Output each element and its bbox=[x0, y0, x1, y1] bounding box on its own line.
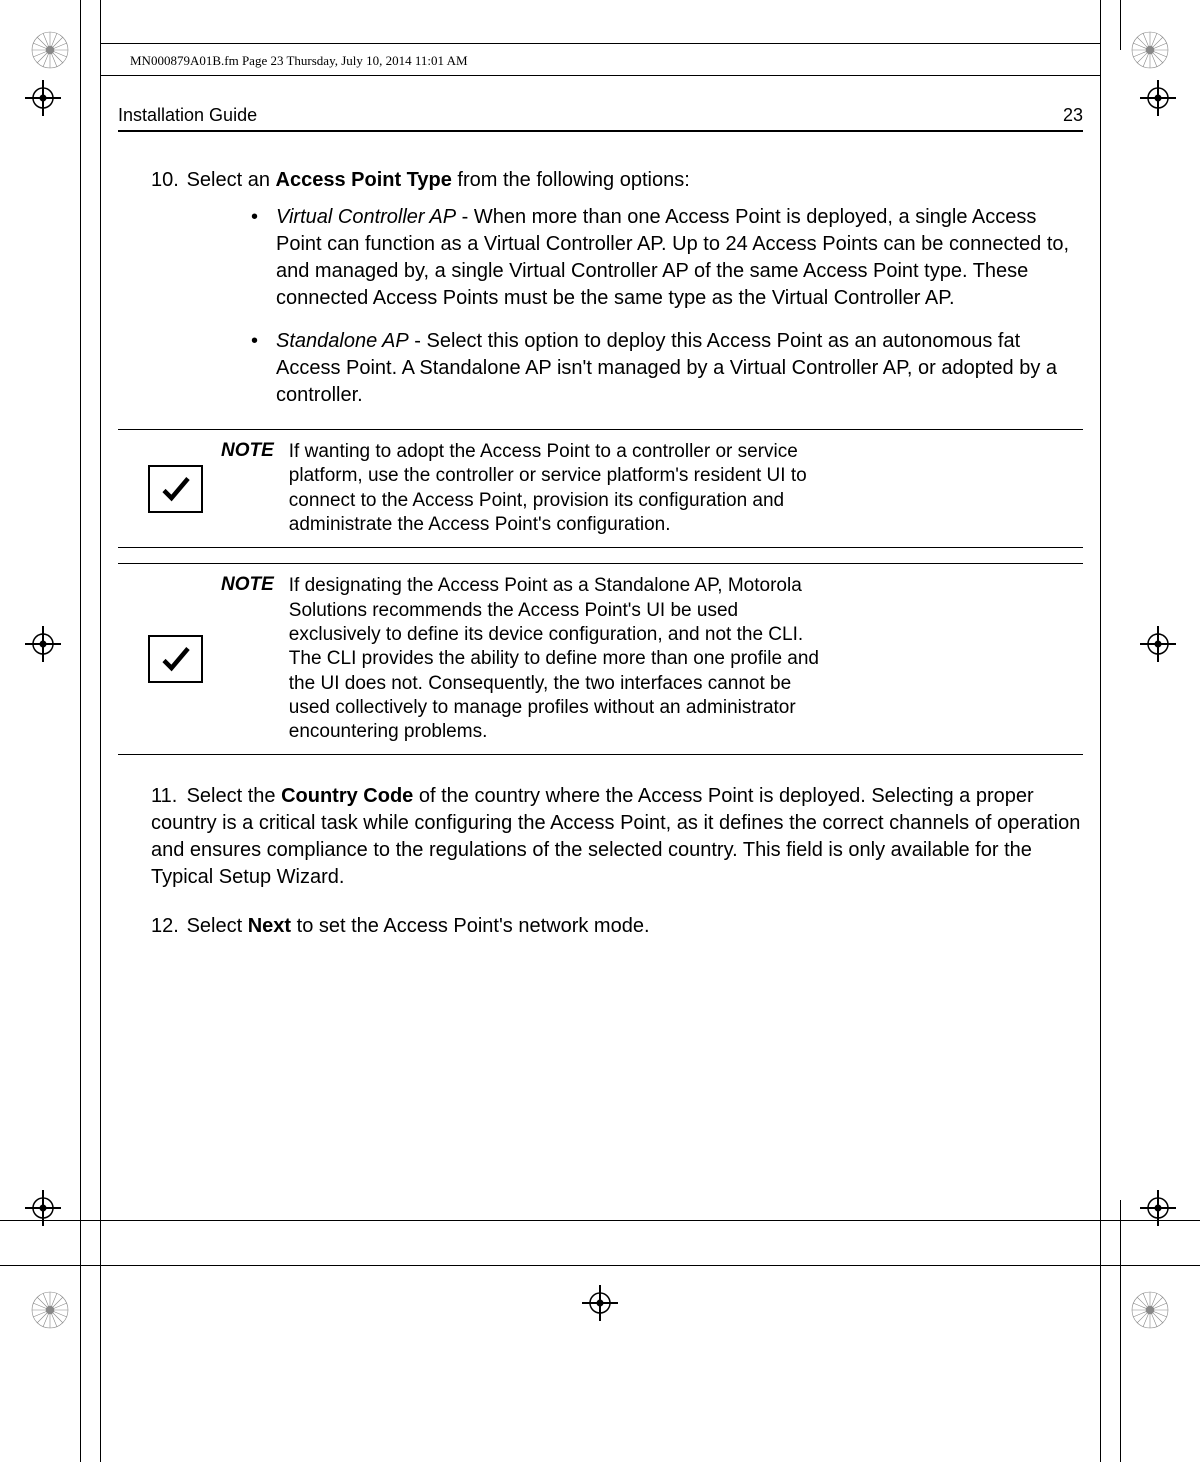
crop-line bbox=[1100, 0, 1101, 1462]
step-text-bold: Country Code bbox=[281, 785, 413, 807]
crop-line bbox=[1120, 1200, 1121, 1462]
step-text-prefix: Select bbox=[187, 915, 248, 937]
registration-mark-icon bbox=[25, 80, 61, 116]
crop-line bbox=[0, 1220, 1200, 1221]
step-11: 11. Select the Country Code of the count… bbox=[118, 783, 1083, 891]
crop-line bbox=[1120, 0, 1121, 50]
note-text: If wanting to adopt the Access Point to … bbox=[289, 440, 833, 537]
note-label: NOTE bbox=[221, 574, 274, 596]
registration-mark-icon bbox=[582, 1285, 618, 1321]
running-header: Installation Guide 23 bbox=[118, 105, 1083, 132]
page-body: Installation Guide 23 10. Select an Acce… bbox=[118, 105, 1083, 958]
registration-mark-icon bbox=[1140, 626, 1176, 662]
bullet-item: Virtual Controller AP - When more than o… bbox=[251, 204, 1083, 312]
step-number: 12. bbox=[151, 913, 181, 940]
file-header: MN000879A01B.fm Page 23 Thursday, July 1… bbox=[130, 53, 468, 69]
step-12: 12. Select Next to set the Access Point'… bbox=[118, 913, 1083, 940]
step-10: 10. Select an Access Point Type from the… bbox=[118, 167, 1083, 409]
check-icon bbox=[148, 465, 203, 513]
crop-line bbox=[80, 0, 81, 1462]
starburst-icon bbox=[1130, 30, 1170, 70]
step-number: 10. bbox=[151, 167, 181, 194]
registration-mark-icon bbox=[25, 1190, 61, 1226]
starburst-icon bbox=[30, 1290, 70, 1330]
step-text-suffix: from the following options: bbox=[452, 169, 690, 191]
crop-line bbox=[100, 0, 101, 1462]
starburst-icon bbox=[1130, 1290, 1170, 1330]
page-number: 23 bbox=[1063, 105, 1083, 126]
step-text-prefix: Select the bbox=[187, 785, 282, 807]
crop-line bbox=[100, 75, 1100, 76]
crop-line bbox=[0, 1265, 1200, 1266]
check-icon bbox=[148, 635, 203, 683]
note-box: NOTE If designating the Access Point as … bbox=[118, 563, 1083, 755]
header-title: Installation Guide bbox=[118, 105, 257, 126]
registration-mark-icon bbox=[25, 626, 61, 662]
step-text-bold: Next bbox=[248, 915, 291, 937]
note-text: If designating the Access Point as a Sta… bbox=[289, 574, 833, 744]
note-label: NOTE bbox=[221, 440, 274, 462]
step-number: 11. bbox=[151, 783, 181, 810]
bullet-item: Standalone AP - Select this option to de… bbox=[251, 328, 1083, 409]
note-box: NOTE If wanting to adopt the Access Poin… bbox=[118, 429, 1083, 548]
crop-line bbox=[100, 43, 1100, 44]
step-text-prefix: Select an bbox=[187, 169, 276, 191]
starburst-icon bbox=[30, 30, 70, 70]
bullet-label: Standalone AP bbox=[276, 330, 409, 352]
registration-mark-icon bbox=[1140, 80, 1176, 116]
bullet-label: Virtual Controller AP bbox=[276, 206, 456, 228]
registration-mark-icon bbox=[1140, 1190, 1176, 1226]
step-text-bold: Access Point Type bbox=[276, 169, 452, 191]
step-text-suffix: to set the Access Point's network mode. bbox=[291, 915, 649, 937]
